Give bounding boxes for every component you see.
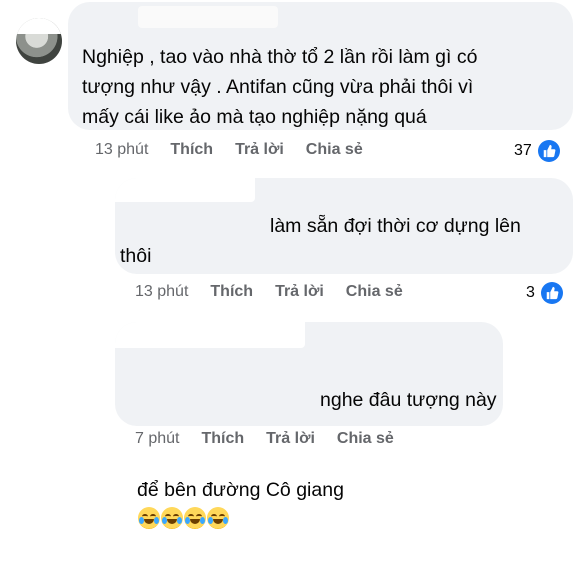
- redacted-name: [138, 6, 278, 28]
- comment-time[interactable]: 13 phút: [95, 141, 148, 159]
- share-button[interactable]: Chia sẻ: [337, 430, 394, 448]
- comment-time[interactable]: 7 phút: [135, 430, 179, 448]
- avatar[interactable]: [16, 18, 62, 64]
- reaction-count: 37: [514, 142, 532, 159]
- like-button[interactable]: Thích: [210, 283, 253, 301]
- comment-bubble: làm sẵn đợi thời cơ dựng lên thôi: [115, 178, 573, 274]
- share-button[interactable]: Chia sẻ: [346, 283, 403, 301]
- comment-text-line: để bên đường Cô giang: [120, 445, 500, 535]
- reaction-count: 3: [526, 284, 535, 301]
- like-button[interactable]: Thích: [201, 430, 244, 448]
- thumbs-up-icon: [537, 140, 560, 162]
- redacted-name: [115, 178, 255, 202]
- face-with-tears-of-joy-icon: [138, 507, 160, 529]
- comment-text-line: nghe đâu tượng này: [320, 389, 497, 411]
- redacted-name: [115, 322, 305, 348]
- comment-bubble: nghe đâu tượng này để bên đường Cô giang: [115, 322, 503, 529]
- comment-text: Nghiệp , tao vào nhà thờ tổ 2 lần rồi là…: [82, 46, 478, 128]
- thumbs-up-icon: [540, 282, 563, 304]
- like-button[interactable]: Thích: [170, 141, 213, 159]
- reply-button[interactable]: Trả lời: [235, 141, 284, 159]
- comment-bubble: Nghiệp , tao vào nhà thờ tổ 2 lần rồi là…: [68, 2, 573, 130]
- reaction-summary[interactable]: 3: [526, 282, 563, 304]
- reply-button[interactable]: Trả lời: [266, 430, 315, 448]
- comment-actions: 13 phút Thích Trả lời Chia sẻ: [95, 141, 385, 159]
- reaction-summary[interactable]: 37: [514, 140, 560, 162]
- comment-text: làm sẵn đợi thời cơ dựng lên thôi: [120, 215, 521, 267]
- comment-actions: 7 phút Thích Trả lời Chia sẻ: [135, 430, 416, 448]
- face-with-tears-of-joy-icon: [161, 507, 183, 529]
- share-button[interactable]: Chia sẻ: [306, 141, 363, 159]
- face-with-tears-of-joy-icon: [207, 507, 229, 529]
- comment-time[interactable]: 13 phút: [135, 283, 188, 301]
- reply-button[interactable]: Trả lời: [275, 283, 324, 301]
- comment-text: nghe đâu tượng này để bên đường Cô giang: [120, 355, 500, 565]
- comment-actions: 13 phút Thích Trả lời Chia sẻ: [135, 283, 425, 301]
- face-with-tears-of-joy-icon: [184, 507, 206, 529]
